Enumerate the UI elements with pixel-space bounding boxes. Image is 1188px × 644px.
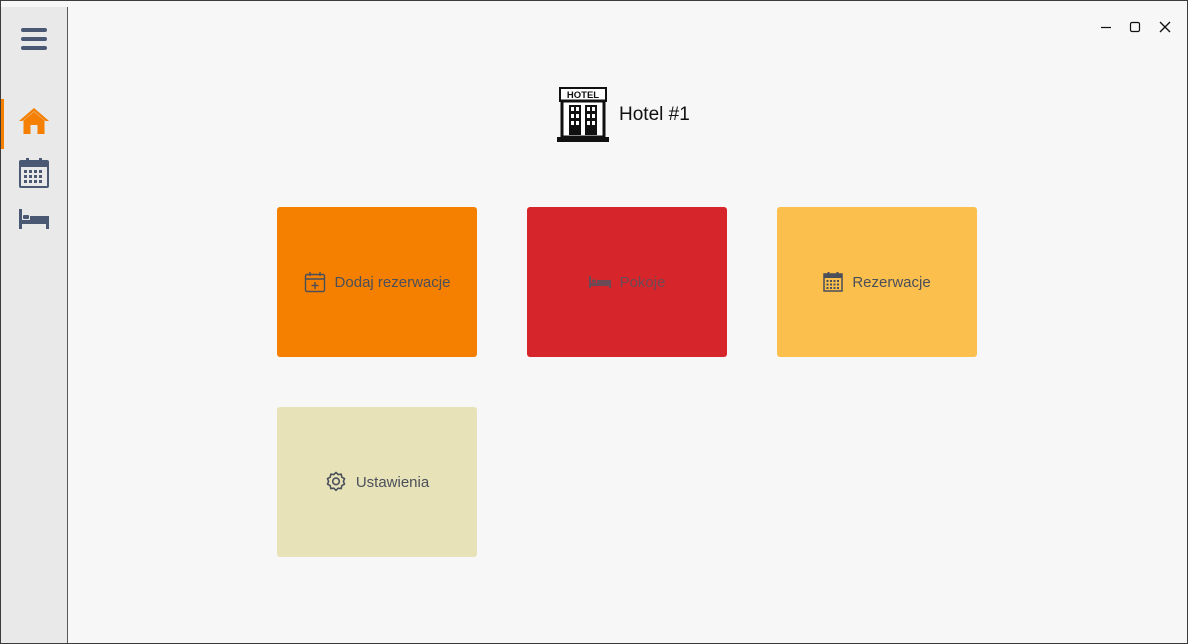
- sidebar-menu-button[interactable]: [1, 17, 67, 61]
- header: HOTEL Hotel #1: [557, 87, 690, 143]
- reservations-label: Rezerwacje: [852, 273, 931, 291]
- sidebar: [1, 7, 68, 643]
- rooms-label: Pokoje: [619, 273, 666, 291]
- page-title: Hotel #1: [619, 104, 690, 125]
- hotel-building-icon: HOTEL: [557, 87, 609, 142]
- settings-label: Ustawienia: [355, 473, 430, 491]
- minimize-icon: [1101, 26, 1111, 29]
- calendar-icon: [19, 158, 49, 188]
- add-reservation-label: Dodaj rezerwacje: [334, 273, 451, 291]
- close-button[interactable]: [1151, 13, 1179, 41]
- add-reservation-tile[interactable]: Dodaj rezerwacje: [277, 207, 477, 357]
- maximize-icon: [1129, 21, 1141, 33]
- rooms-tile[interactable]: Pokoje: [527, 207, 727, 357]
- calendar-plus-icon: [304, 272, 325, 293]
- bed-icon: [19, 209, 49, 229]
- sidebar-item-home[interactable]: [1, 99, 67, 149]
- minimize-button[interactable]: [1092, 13, 1120, 41]
- bed-icon: [588, 276, 611, 288]
- sidebar-item-calendar[interactable]: [1, 151, 67, 195]
- calendar-icon: [823, 272, 844, 292]
- hotel-logo-text: HOTEL: [567, 90, 599, 101]
- close-icon: [1159, 21, 1171, 33]
- maximize-button[interactable]: [1121, 13, 1149, 41]
- gear-icon: [326, 471, 346, 492]
- home-icon: [19, 108, 49, 134]
- settings-tile[interactable]: Ustawienia: [277, 407, 477, 557]
- app-window: HOTEL Hotel #1 Dodaj rezerwacje Pokoje R…: [0, 0, 1188, 644]
- reservations-tile[interactable]: Rezerwacje: [777, 207, 977, 357]
- hamburger-menu-icon: [21, 28, 47, 50]
- sidebar-item-rooms[interactable]: [1, 197, 67, 241]
